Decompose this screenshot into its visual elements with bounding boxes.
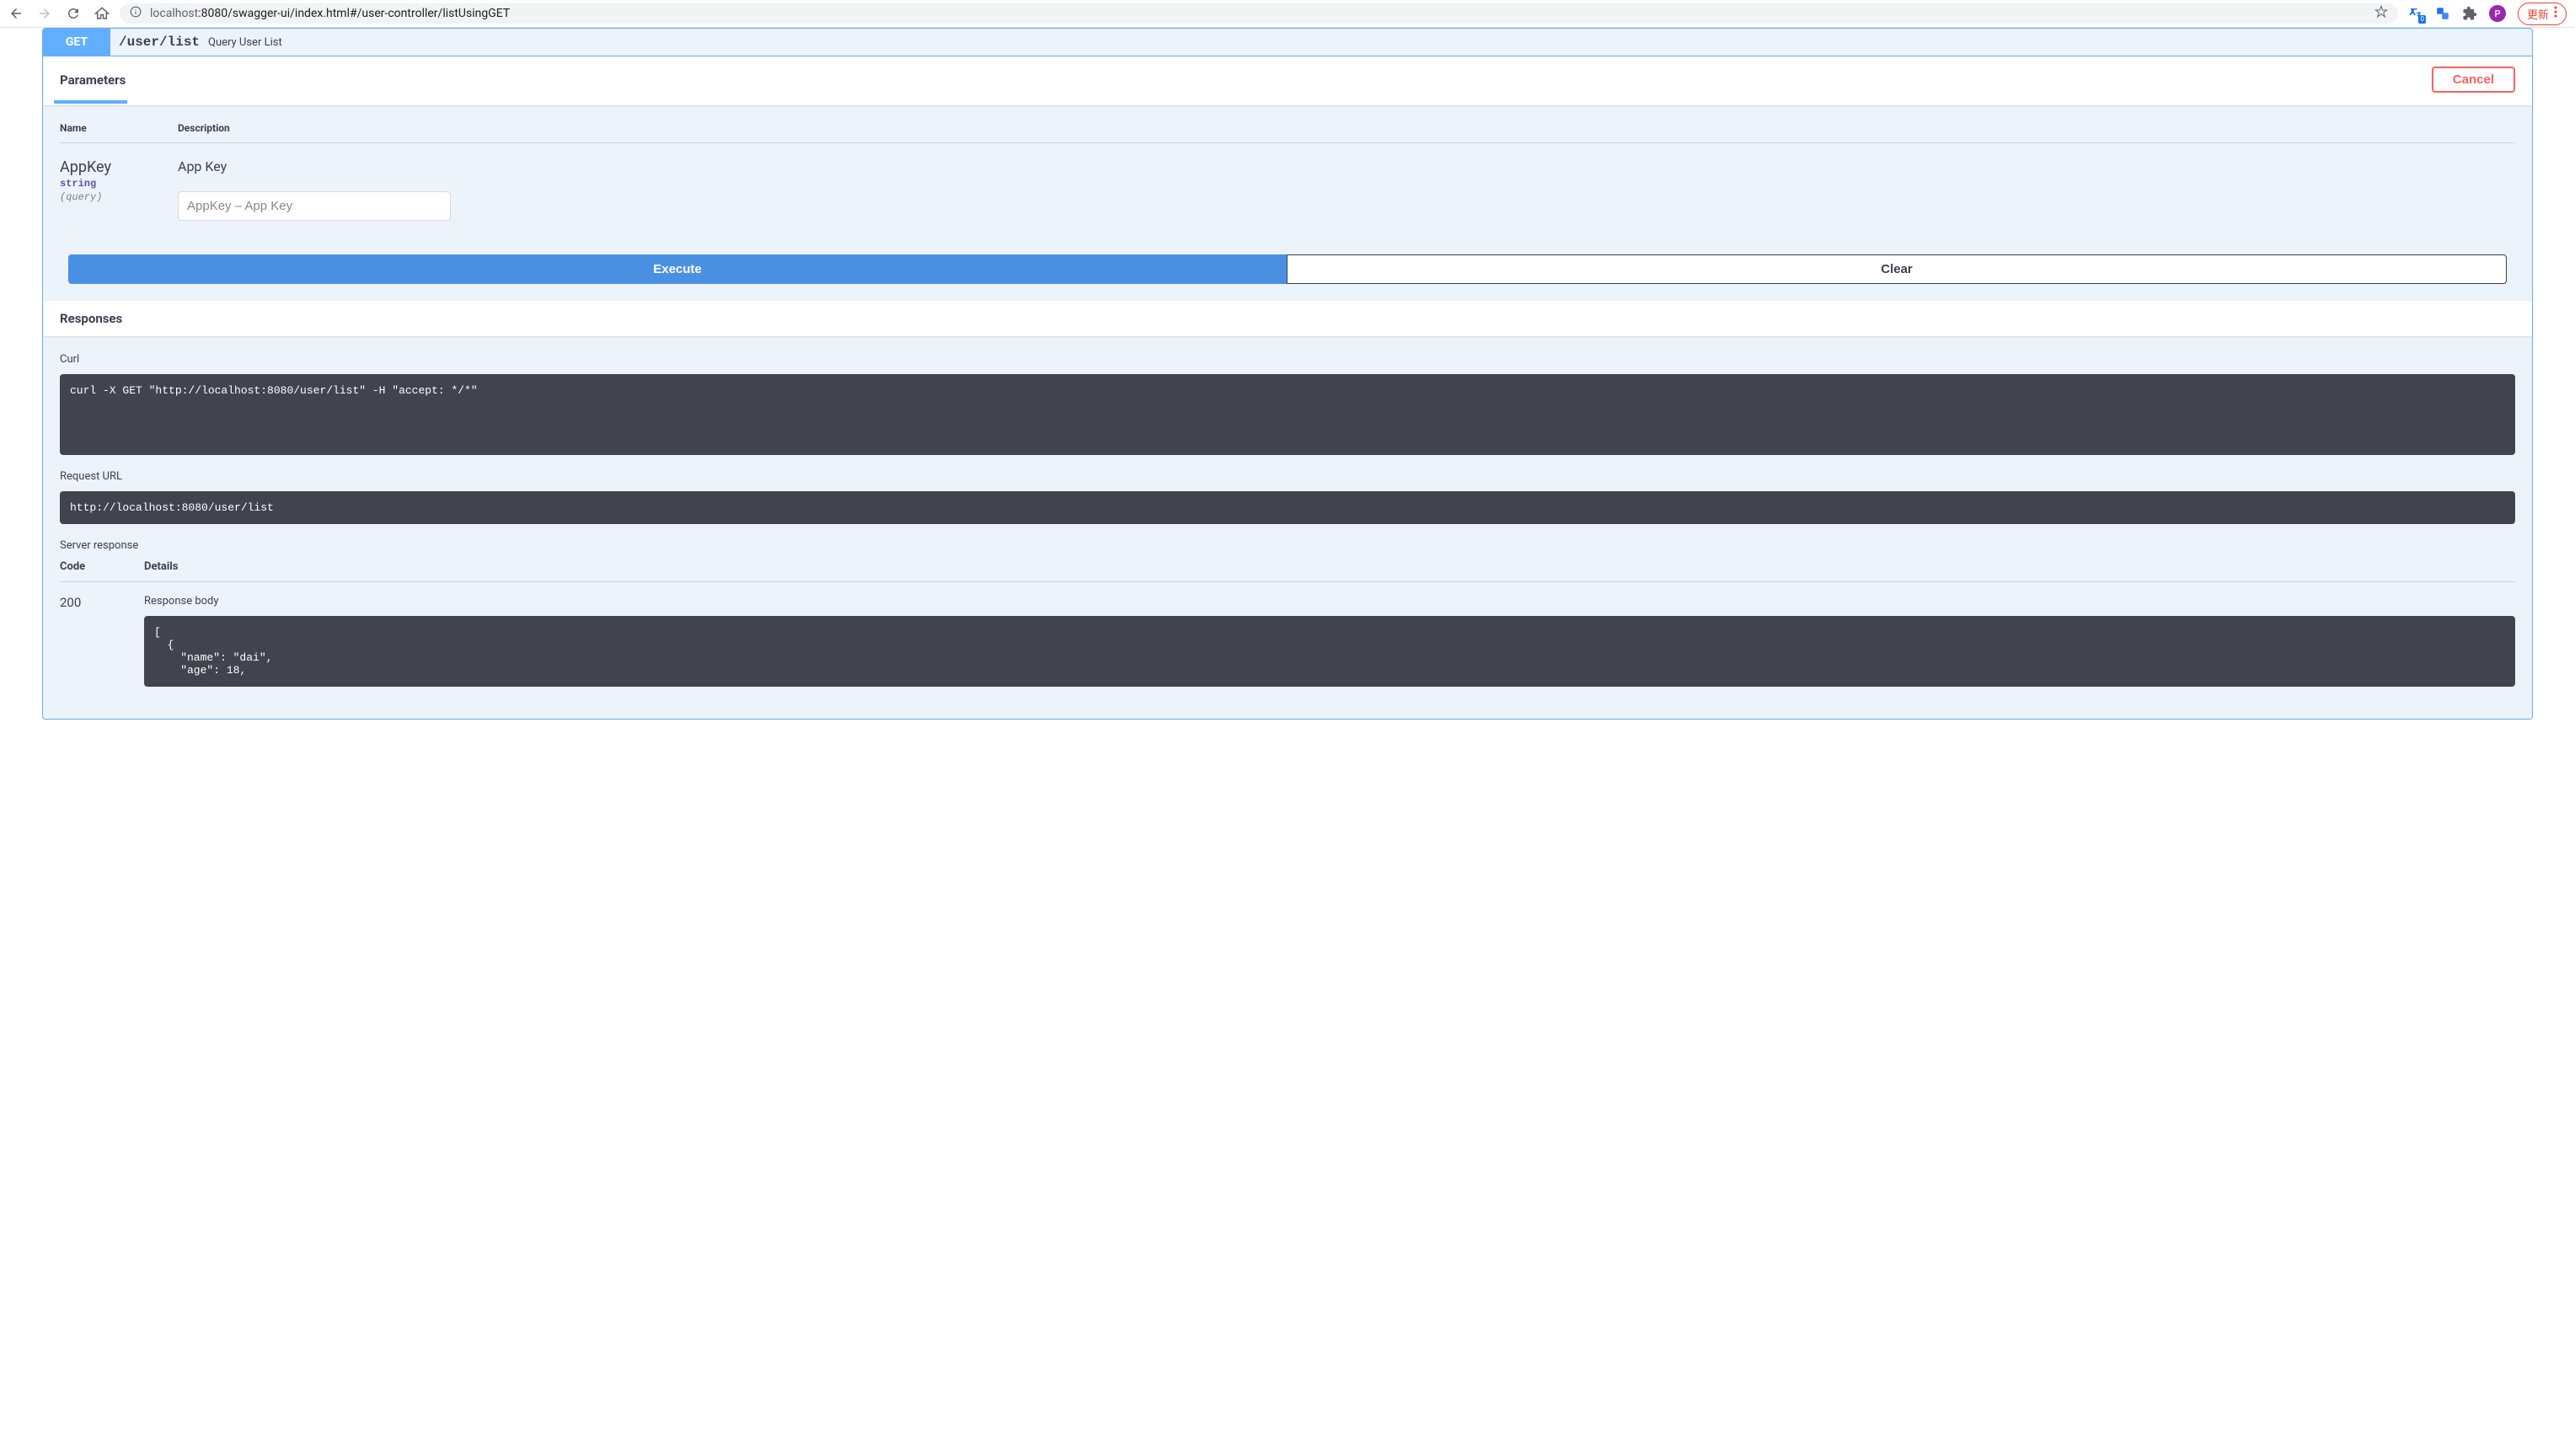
parameter-name: AppKey: [60, 158, 153, 176]
parameters-header: Parameters Cancel: [43, 56, 2532, 105]
response-body-label: Response body: [144, 595, 2515, 608]
request-url-label: Request URL: [60, 470, 2515, 483]
col-name: Name: [60, 122, 127, 134]
translate-icon[interactable]: 0: [2408, 6, 2423, 21]
operation-summary[interactable]: GET /user/list Query User List: [43, 29, 2532, 56]
url-text: localhost:8080/swagger-ui/index.html#/us…: [150, 7, 2366, 20]
parameter-input[interactable]: [178, 191, 451, 221]
execute-button[interactable]: Execute: [68, 254, 1287, 284]
parameter-type: string: [60, 176, 153, 191]
operation-block: GET /user/list Query User List Parameter…: [42, 28, 2533, 720]
response-code: 200: [60, 595, 102, 702]
parameter-row: AppKey string (query) App Key: [60, 143, 2515, 221]
reload-icon[interactable]: [66, 6, 81, 21]
parameters-title: Parameters: [60, 72, 126, 88]
request-url-block: http://localhost:8080/user/list: [60, 491, 2515, 524]
toolbar-right: 0 P 更新: [2408, 3, 2567, 25]
responses-header: Responses: [43, 301, 2532, 336]
extensions-icon[interactable]: [2462, 6, 2477, 21]
response-table-row: 200 Response body [ { "name": "dai", "ag…: [60, 582, 2515, 702]
server-response-label: Server response: [60, 539, 2515, 552]
kebab-icon: [2554, 6, 2557, 21]
browser-toolbar: localhost:8080/swagger-ui/index.html#/us…: [0, 0, 2575, 28]
response-body-block: [ { "name": "dai", "age": 18,: [144, 616, 2515, 687]
info-icon: [130, 6, 142, 21]
col-code: Code: [60, 560, 102, 573]
translate-badge: 0: [2418, 15, 2426, 24]
back-icon[interactable]: [8, 6, 24, 21]
response-details: Response body [ { "name": "dai", "age": …: [144, 595, 2515, 702]
response-table-header: Code Details: [60, 560, 2515, 582]
avatar[interactable]: P: [2489, 5, 2506, 22]
tab-underline: [54, 100, 127, 104]
clear-button[interactable]: Clear: [1287, 254, 2507, 284]
update-button[interactable]: 更新: [2518, 3, 2567, 25]
responses-title: Responses: [60, 311, 122, 326]
http-method-badge: GET: [43, 29, 110, 56]
home-icon[interactable]: [94, 6, 110, 21]
nav-icons: [8, 6, 110, 21]
execute-wrapper: Execute Clear: [43, 238, 2532, 301]
parameter-desc-cell: App Key: [178, 158, 2515, 221]
page-content: GET /user/list Query User List Parameter…: [0, 28, 2575, 720]
parameter-description: App Key: [178, 158, 2515, 174]
curl-block: curl -X GET "http://localhost:8080/user/…: [60, 374, 2515, 455]
cancel-button[interactable]: Cancel: [2432, 67, 2515, 93]
curl-label: Curl: [60, 353, 2515, 366]
parameter-in: (query): [60, 191, 153, 203]
star-icon[interactable]: [2374, 5, 2388, 22]
col-details: Details: [144, 560, 178, 573]
gtranslate-icon[interactable]: [2435, 6, 2450, 21]
parameters-table-header: Name Description: [60, 122, 2515, 143]
url-bar[interactable]: localhost:8080/swagger-ui/index.html#/us…: [120, 3, 2398, 24]
parameter-name-cell: AppKey string (query): [60, 158, 153, 221]
parameters-table: Name Description AppKey string (query) A…: [43, 105, 2532, 238]
forward-icon[interactable]: [37, 6, 52, 21]
col-description: Description: [178, 122, 230, 134]
operation-path: /user/list: [110, 35, 208, 50]
responses-body: Curl curl -X GET "http://localhost:8080/…: [43, 336, 2532, 719]
operation-description: Query User List: [208, 36, 282, 49]
